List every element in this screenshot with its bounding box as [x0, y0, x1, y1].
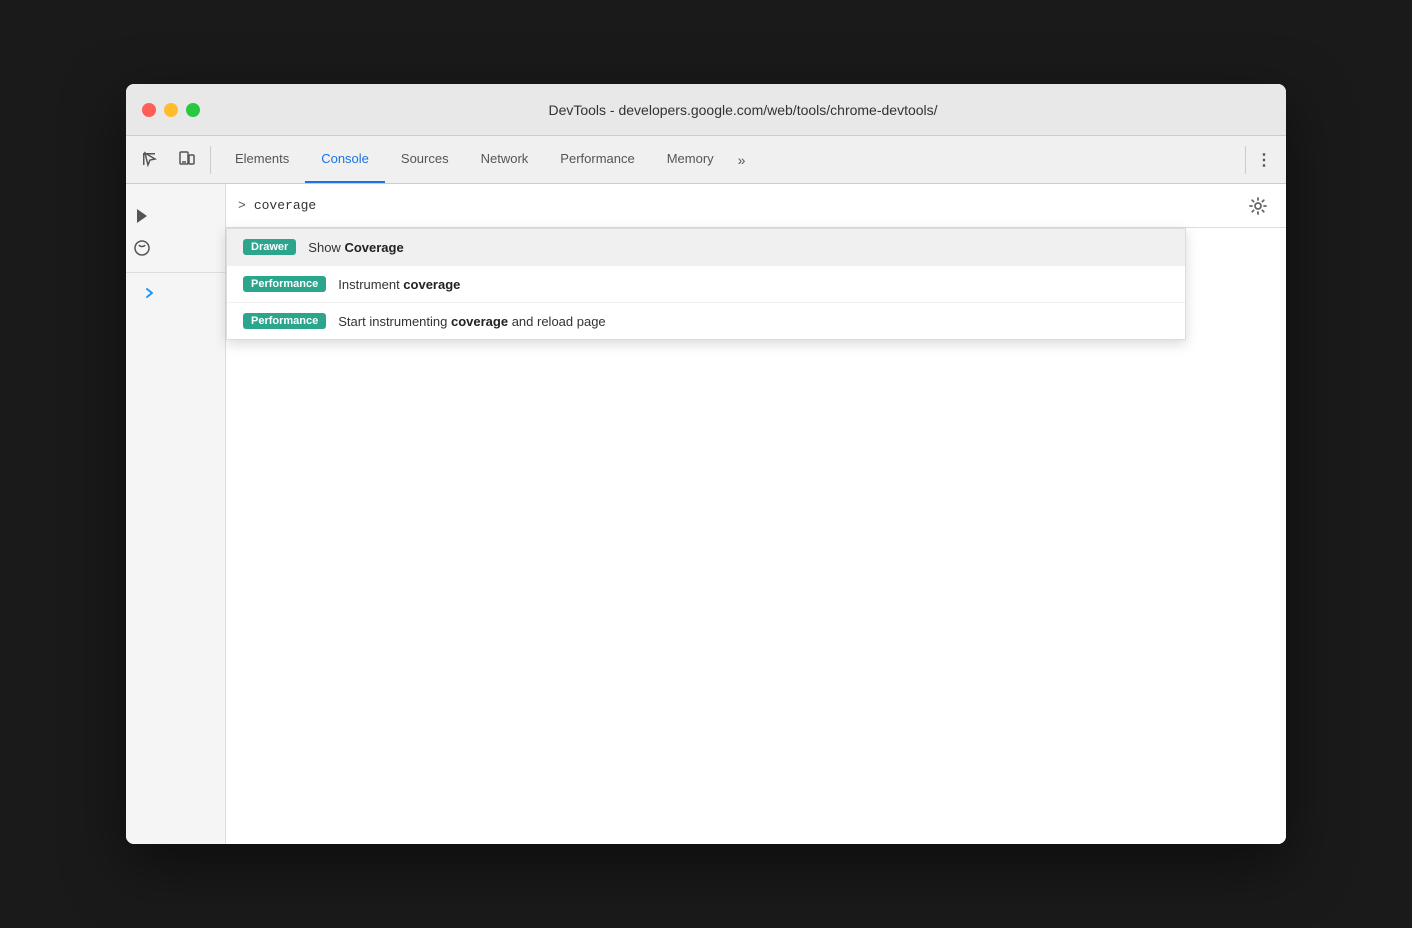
clear-icon — [133, 239, 151, 257]
close-button[interactable] — [142, 103, 156, 117]
device-icon — [177, 151, 195, 169]
gear-icon — [1248, 196, 1268, 216]
tab-overflow-button[interactable]: » — [730, 136, 754, 183]
run-button[interactable] — [126, 200, 158, 232]
toolbar-separator-right — [1245, 146, 1246, 174]
window-title: DevTools - developers.google.com/web/too… — [216, 102, 1270, 118]
clear-button[interactable] — [126, 232, 158, 264]
inspect-element-button[interactable] — [134, 144, 166, 176]
tab-performance[interactable]: Performance — [544, 136, 650, 183]
autocomplete-item-2[interactable]: Performance Start instrumenting coverage… — [227, 303, 1185, 339]
tab-network[interactable]: Network — [465, 136, 545, 183]
main-content: > coverage Drawer Show Coverage — [226, 184, 1286, 844]
console-input-bar[interactable]: > coverage — [226, 184, 1286, 228]
more-options-button[interactable]: ⋮ — [1250, 144, 1278, 176]
autocomplete-text-2: Start instrumenting coverage and reload … — [338, 314, 605, 329]
sidebar-expand-button[interactable] — [138, 281, 162, 305]
autocomplete-item-1[interactable]: Performance Instrument coverage — [227, 266, 1185, 303]
tab-sources[interactable]: Sources — [385, 136, 465, 183]
tab-bar: Elements Console Sources Network Perform… — [219, 136, 1237, 183]
cursor-icon — [141, 151, 159, 169]
run-icon — [133, 207, 151, 225]
minimize-button[interactable] — [164, 103, 178, 117]
autocomplete-dropdown: Drawer Show Coverage Performance Instrum… — [226, 228, 1186, 340]
main-toolbar: Elements Console Sources Network Perform… — [126, 136, 1286, 184]
console-prompt: > — [238, 198, 246, 213]
badge-drawer: Drawer — [243, 239, 296, 255]
devtools-window: DevTools - developers.google.com/web/too… — [126, 84, 1286, 844]
window-controls — [142, 103, 200, 117]
tab-console[interactable]: Console — [305, 136, 385, 183]
toolbar-separator — [210, 146, 211, 174]
autocomplete-item-0[interactable]: Drawer Show Coverage — [227, 229, 1185, 266]
tab-memory[interactable]: Memory — [651, 136, 730, 183]
badge-performance-2: Performance — [243, 313, 326, 329]
device-mode-button[interactable] — [170, 144, 202, 176]
tab-elements[interactable]: Elements — [219, 136, 305, 183]
sidebar-top-section — [126, 192, 225, 273]
content-area: > coverage Drawer Show Coverage — [126, 184, 1286, 844]
title-bar: DevTools - developers.google.com/web/too… — [126, 84, 1286, 136]
autocomplete-text-0: Show Coverage — [308, 240, 403, 255]
toolbar-right: ⋮ — [1241, 144, 1278, 176]
settings-button[interactable] — [1242, 190, 1274, 222]
maximize-button[interactable] — [186, 103, 200, 117]
sidebar — [126, 184, 226, 844]
badge-performance-1: Performance — [243, 276, 326, 292]
console-input-field[interactable]: coverage — [254, 198, 1274, 213]
autocomplete-text-1: Instrument coverage — [338, 277, 460, 292]
